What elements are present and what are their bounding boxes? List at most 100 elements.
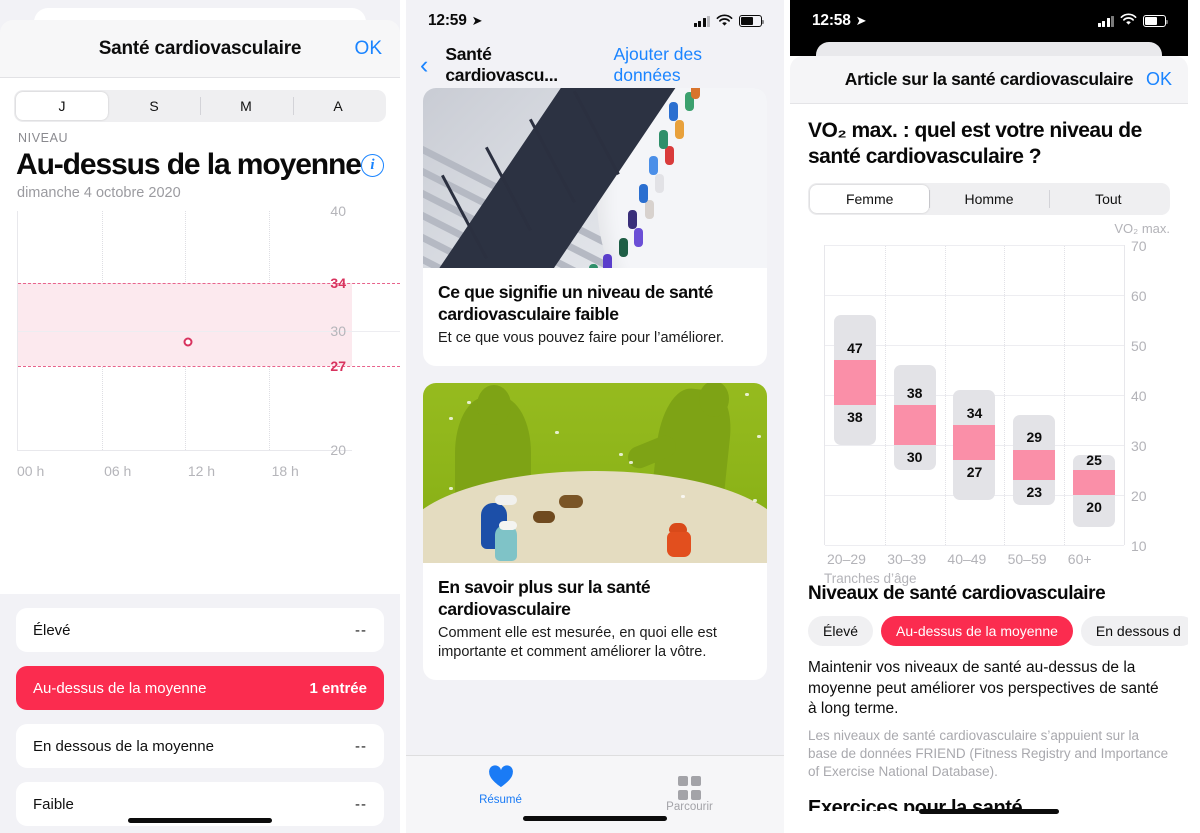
tab-bar: Résumé Parcourir bbox=[406, 755, 784, 833]
tab-summary-label: Résumé bbox=[479, 794, 522, 806]
x-tick-06h: 06 h bbox=[104, 463, 132, 479]
panel-heart-fitness-articles: 12:59 ➤ ‹ Santé cardiovascu... Ajouter d… bbox=[400, 0, 790, 833]
gender-segmented-control[interactable]: Femme Homme Tout bbox=[808, 183, 1170, 216]
bar-label-lower: 38 bbox=[847, 409, 863, 426]
data-source-note: Les niveaux de santé cardiovasculaire s’… bbox=[808, 727, 1169, 779]
panel-heart-fitness-detail: Santé cardiovasculaire OK J S M A NIVEAU… bbox=[0, 0, 400, 833]
y-tick-70: 70 bbox=[1131, 238, 1147, 255]
article-title: En savoir plus sur la santé cardiovascul… bbox=[438, 576, 651, 619]
park-shadows-image bbox=[423, 382, 767, 563]
level-breakdown-list: Élevé -- Au-dessus de la moyenne 1 entré… bbox=[0, 594, 400, 833]
bar-group-60-plus[interactable]: 25 20 bbox=[1064, 245, 1124, 545]
x-tick-12h: 12 h bbox=[187, 463, 216, 479]
list-item[interactable]: Au-dessus de la moyenne 1 entrée bbox=[16, 666, 384, 710]
chart-plot-area: 40 34 30 27 20 bbox=[17, 203, 400, 458]
battery-icon bbox=[739, 15, 765, 27]
sheet-header: Santé cardiovasculaire OK bbox=[0, 20, 400, 78]
x-axis-labels: 20–29 30–39 40–49 50–59 60+ bbox=[824, 551, 1125, 569]
x-tick-60-plus: 60+ bbox=[1067, 551, 1092, 568]
home-indicator bbox=[523, 816, 667, 821]
bar-group-40-49[interactable]: 34 27 bbox=[945, 245, 1005, 545]
cellular-signal-icon bbox=[1097, 15, 1114, 27]
bar-above-average bbox=[833, 360, 876, 406]
status-time: 12:59 bbox=[428, 12, 467, 29]
sheet-top-gap bbox=[790, 42, 1188, 66]
y-tick-27: 27 bbox=[330, 358, 346, 375]
ok-button[interactable]: OK bbox=[1146, 69, 1172, 90]
navigation-bar: ‹ Santé cardiovascu... Ajouter des donné… bbox=[406, 42, 784, 88]
ok-button[interactable]: OK bbox=[355, 38, 382, 60]
x-tick-00h: 00 h bbox=[17, 463, 45, 479]
data-point[interactable] bbox=[183, 337, 193, 347]
bar-group-50-59[interactable]: 29 23 bbox=[1004, 245, 1064, 545]
section-kicker: NIVEAU bbox=[18, 131, 69, 145]
tab-summary[interactable]: Résumé bbox=[406, 765, 595, 806]
y-tick-10: 10 bbox=[1131, 538, 1147, 555]
vo2max-bar-chart: VO₂ max. 70 60 50 40 30 20 10 47 38 38 3… bbox=[808, 221, 1170, 586]
info-icon[interactable]: i bbox=[361, 153, 384, 177]
bar-label-upper: 47 bbox=[847, 340, 863, 357]
pill-en-dessous[interactable]: En dessous d bbox=[1080, 616, 1188, 647]
tab-tout[interactable]: Tout bbox=[1049, 185, 1168, 213]
x-tick-18h: 18 h bbox=[271, 463, 299, 479]
y-tick-20: 20 bbox=[1131, 488, 1147, 505]
x-axis-labels: 00 h 06 h 12 h 18 h bbox=[17, 455, 352, 479]
list-item[interactable]: En dessous de la moyenne -- bbox=[16, 724, 384, 768]
tab-year[interactable]: A bbox=[292, 92, 384, 120]
battery-icon bbox=[1143, 15, 1169, 27]
tab-homme[interactable]: Homme bbox=[929, 185, 1048, 213]
day-scatter-chart: 40 34 30 27 20 00 h 06 h 12 h 18 h bbox=[0, 203, 400, 501]
back-chevron-icon[interactable]: ‹ bbox=[420, 52, 445, 78]
status-bar: 12:58 ➤ bbox=[790, 0, 1188, 42]
level-description: Maintenir vos niveaux de santé au-dessus… bbox=[808, 659, 1159, 718]
bar-above-average bbox=[953, 425, 996, 461]
tab-month[interactable]: M bbox=[200, 92, 292, 120]
list-item-label: Au-dessus de la moyenne bbox=[33, 679, 207, 697]
bar-above-average bbox=[1013, 450, 1056, 481]
pill-au-dessus-de-la-moyenne[interactable]: Au-dessus de la moyenne bbox=[881, 616, 1073, 647]
wifi-icon bbox=[716, 13, 733, 29]
article-heading: VO₂ max. : quel est votre niveau de sant… bbox=[808, 119, 1142, 168]
status-time: 12:58 bbox=[812, 12, 851, 29]
y-tick-30: 30 bbox=[1131, 438, 1147, 455]
page-title: Article sur la santé cardiovasculaire bbox=[844, 69, 1134, 89]
x-tick-20-29: 20–29 bbox=[827, 551, 866, 568]
list-item-value: 1 entrée bbox=[309, 679, 367, 697]
home-indicator bbox=[128, 818, 272, 823]
cellular-signal-icon bbox=[693, 15, 710, 27]
list-item[interactable]: Élevé -- bbox=[16, 608, 384, 652]
x-axis-title: Tranches d’âge bbox=[824, 571, 917, 587]
bar-label-lower: 20 bbox=[1086, 499, 1102, 516]
location-arrow-icon: ➤ bbox=[471, 13, 483, 28]
location-arrow-icon: ➤ bbox=[855, 13, 867, 28]
tab-browse[interactable]: Parcourir bbox=[595, 765, 784, 813]
x-tick-30-39: 30–39 bbox=[887, 551, 927, 568]
add-data-button[interactable]: Ajouter des données bbox=[613, 44, 770, 86]
range-segmented-control[interactable]: J S M A bbox=[14, 90, 386, 122]
y-tick-40: 40 bbox=[1131, 388, 1147, 405]
article-card[interactable]: En savoir plus sur la santé cardiovascul… bbox=[423, 382, 767, 680]
article-content: VO₂ max. : quel est votre niveau de sant… bbox=[790, 104, 1188, 586]
pill-eleve[interactable]: Élevé bbox=[808, 616, 874, 647]
level-pill-row[interactable]: Élevé Au-dessus de la moyenne En dessous… bbox=[808, 616, 1188, 647]
above-average-band bbox=[18, 282, 352, 367]
tab-day[interactable]: J bbox=[16, 92, 108, 120]
sheet-body: J S M A NIVEAU Au-dessus de la moyenne i… bbox=[0, 78, 400, 833]
bar-group-20-29[interactable]: 47 38 bbox=[825, 245, 885, 545]
bar-above-average bbox=[893, 405, 936, 446]
x-tick-40-49: 40–49 bbox=[947, 551, 987, 568]
article-card[interactable]: Ce que signifie un niveau de santé cardi… bbox=[423, 88, 767, 366]
articles-scroll-area[interactable]: Ce que signifie un niveau de santé cardi… bbox=[406, 88, 784, 755]
level-row: Au-dessus de la moyenne i bbox=[16, 147, 400, 183]
list-item-label: Élevé bbox=[33, 621, 71, 639]
tab-browse-label: Parcourir bbox=[666, 800, 713, 813]
y-tick-40: 40 bbox=[330, 203, 346, 219]
tab-femme[interactable]: Femme bbox=[810, 185, 930, 214]
bar-group-30-39[interactable]: 38 30 bbox=[885, 245, 945, 545]
stairs-crowd-image bbox=[423, 88, 767, 268]
bar-label-lower: 27 bbox=[966, 464, 983, 481]
grid-icon bbox=[595, 765, 784, 800]
y-tick-30: 30 bbox=[330, 322, 346, 339]
bar-above-average bbox=[1073, 470, 1116, 496]
tab-week[interactable]: S bbox=[108, 92, 200, 120]
